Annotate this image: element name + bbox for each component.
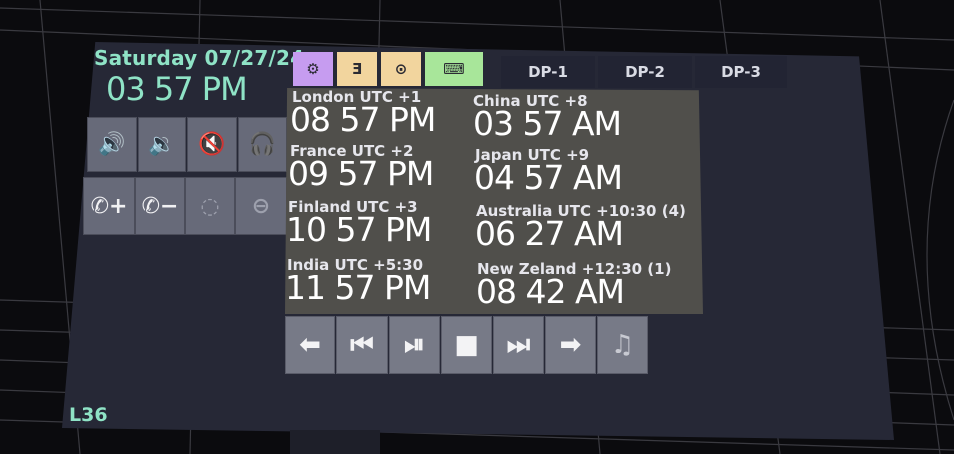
clock-time-australia: 06 27 AM [475, 214, 624, 253]
previous-track-icon: ⏮ [350, 329, 374, 360]
clock-time-new-zealand: 08 42 AM [476, 272, 625, 311]
forward-button[interactable]: ➡ [545, 316, 596, 374]
tab-keyboard[interactable]: ⌨ [425, 52, 483, 86]
headphones-icon: 🎧 [248, 132, 277, 157]
stop-button[interactable]: ■ [441, 316, 492, 374]
play-pause-icon: ⏯ [404, 329, 425, 360]
back-button[interactable]: ⬅ [285, 316, 335, 374]
tab-target[interactable]: ⊙ [381, 52, 421, 86]
clock-time-china: 03 57 AM [473, 104, 622, 143]
next-track-button[interactable]: ⏭ [493, 316, 544, 374]
clock-time-france: 09 57 PM [288, 154, 434, 193]
keyboard-icon: ⌨ [443, 60, 465, 78]
previous-track-button[interactable]: ⏮ [336, 316, 388, 374]
panel-stand [290, 430, 380, 454]
play-pause-button[interactable]: ⏯ [389, 316, 440, 374]
minus-circle-icon: ⊖ [251, 193, 271, 219]
current-time: 03 57 PM [106, 70, 248, 108]
clock-time-finland: 10 57 PM [286, 210, 432, 249]
tab-dp-3[interactable]: DP-3 [695, 56, 787, 88]
hangup-button[interactable]: ⊖ [235, 177, 287, 235]
stop-icon: ■ [454, 330, 479, 360]
next-track-icon: ⏭ [506, 329, 531, 360]
volume-up-icon: 🔊 [98, 132, 126, 157]
music-note-icon: ♫ [610, 330, 635, 360]
clock-time-london: 08 57 PM [290, 100, 436, 139]
reverse-e-icon: Ǝ [351, 60, 363, 78]
volume-down-button[interactable]: 🔉 [138, 117, 186, 172]
circle-dot-icon: ⊙ [394, 60, 408, 78]
volume-up-button[interactable]: 🔊 [87, 117, 137, 172]
dial-icon: ◌ [200, 193, 220, 219]
clock-time-india: 11 57 PM [285, 268, 431, 307]
phone-plus-icon: ✆+ [90, 193, 128, 219]
headphones-button[interactable]: 🎧 [238, 117, 287, 172]
phone-minus-icon: ✆− [141, 193, 179, 219]
tab-dp-1[interactable]: DP-1 [501, 56, 595, 88]
tab-settings[interactable]: ⚙ [293, 52, 333, 86]
dial-button[interactable]: ◌ [185, 177, 235, 235]
tab-dp-2[interactable]: DP-2 [598, 56, 692, 88]
mute-button[interactable]: 🔇 [187, 117, 237, 172]
level-indicator: L36 [69, 404, 108, 426]
call-add-button[interactable]: ✆+ [83, 177, 135, 235]
call-remove-button[interactable]: ✆− [135, 177, 185, 235]
gear-icon: ⚙ [306, 60, 320, 78]
tab-e[interactable]: Ǝ [337, 52, 377, 86]
current-date: Saturday 07/27/24 [94, 46, 305, 70]
music-button[interactable]: ♫ [597, 316, 648, 374]
arrow-left-icon: ⬅ [299, 330, 321, 360]
volume-down-icon: 🔉 [148, 132, 176, 157]
mute-icon: 🔇 [198, 132, 226, 157]
arrow-right-icon: ➡ [559, 330, 582, 360]
clock-time-japan: 04 57 AM [474, 158, 623, 197]
